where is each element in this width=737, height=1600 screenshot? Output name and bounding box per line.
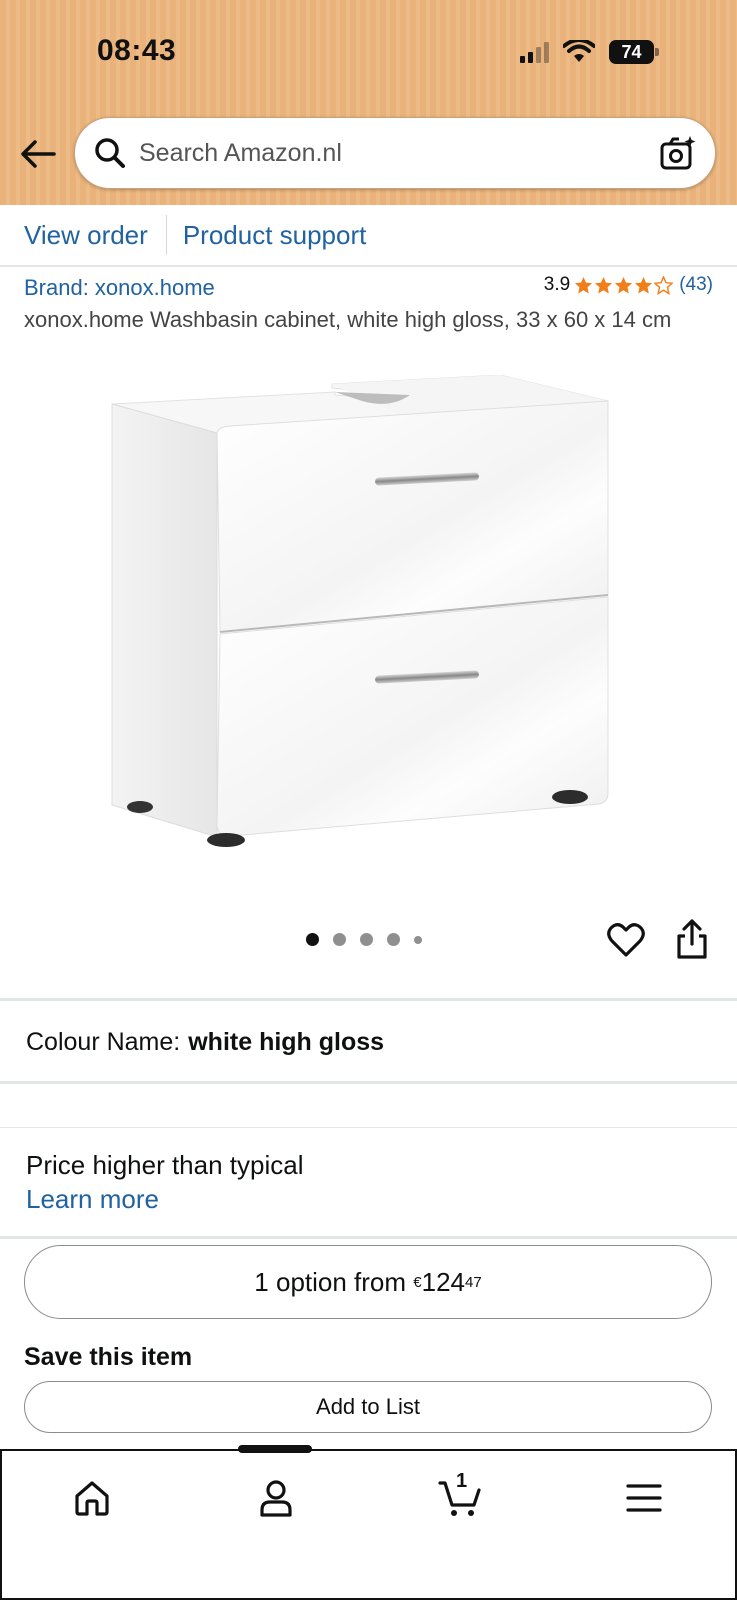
rating-count: (43) <box>679 274 713 295</box>
section-divider <box>0 1081 737 1084</box>
pager-dot[interactable] <box>387 933 400 946</box>
price-currency: € <box>413 1273 422 1291</box>
header: 08:43 74 <box>0 0 737 205</box>
price-whole: 124 <box>421 1266 466 1297</box>
bottom-nav <box>0 1449 737 1600</box>
rating[interactable]: 3.9 (43) <box>544 274 713 296</box>
menu-icon <box>626 1484 662 1512</box>
add-to-list-button[interactable]: Add to List <box>24 1381 712 1433</box>
price-note: Price higher than typical <box>26 1150 304 1180</box>
search-icon <box>93 136 127 170</box>
nav-account[interactable] <box>252 1474 300 1522</box>
section-divider <box>0 1127 737 1128</box>
product-image[interactable] <box>100 375 640 875</box>
save-item-heading: Save this item <box>24 1343 193 1371</box>
order-subnav: View order Product support <box>0 205 737 267</box>
star-full-icon <box>635 276 653 293</box>
star-empty-icon <box>654 275 674 295</box>
back-button[interactable] <box>18 134 58 174</box>
rating-stars <box>574 275 674 295</box>
back-arrow-icon <box>21 140 56 168</box>
star-full-icon <box>595 276 613 293</box>
pager-dot[interactable] <box>306 933 319 946</box>
nav-cart[interactable]: 1 <box>436 1470 484 1522</box>
learn-more-link[interactable]: Learn more <box>26 1184 159 1215</box>
cart-count: 1 <box>456 1470 468 1492</box>
product-support-link[interactable]: Product support <box>183 220 367 251</box>
nav-home[interactable] <box>68 1474 116 1522</box>
price-fraction: 47 <box>465 1273 482 1291</box>
section-divider <box>0 998 737 1001</box>
battery-level: 74 <box>609 40 654 64</box>
signal-icon <box>520 41 549 63</box>
camera-search-icon[interactable] <box>659 135 697 173</box>
wifi-icon <box>563 40 595 62</box>
battery-icon: 74 <box>609 40 659 64</box>
colour-value: white high gloss <box>188 1028 385 1056</box>
colour-row: Colour Name: white high gloss <box>26 1028 384 1057</box>
product-title: xonox.home Washbasin cabinet, white high… <box>24 307 672 332</box>
status-time: 08:43 <box>97 34 177 67</box>
image-pager[interactable] <box>306 933 422 946</box>
status-icons: 74 <box>520 40 659 64</box>
view-order-link[interactable]: View order <box>24 220 148 251</box>
search-bar[interactable] <box>74 117 716 189</box>
home-icon <box>75 1481 109 1516</box>
account-icon <box>260 1480 292 1517</box>
pager-dot[interactable] <box>414 935 422 944</box>
heart-icon[interactable] <box>606 920 646 960</box>
star-full-icon <box>615 276 633 293</box>
option-prefix: 1 option from <box>254 1266 407 1297</box>
divider <box>165 215 167 255</box>
section-divider <box>0 1236 737 1239</box>
search-input[interactable] <box>139 133 639 173</box>
active-tab-indicator <box>238 1445 312 1453</box>
brand-link[interactable]: Brand: xonox.home <box>24 275 215 301</box>
buying-options-button[interactable]: 1 option from €124 47 <box>24 1245 712 1319</box>
rating-value: 3.9 <box>543 274 571 295</box>
share-icon[interactable] <box>674 918 710 960</box>
nav-menu[interactable] <box>620 1474 668 1522</box>
pager-dot[interactable] <box>333 933 346 946</box>
star-full-icon <box>575 276 593 293</box>
colour-label: Colour Name: <box>26 1028 181 1056</box>
pager-dot[interactable] <box>360 933 373 946</box>
